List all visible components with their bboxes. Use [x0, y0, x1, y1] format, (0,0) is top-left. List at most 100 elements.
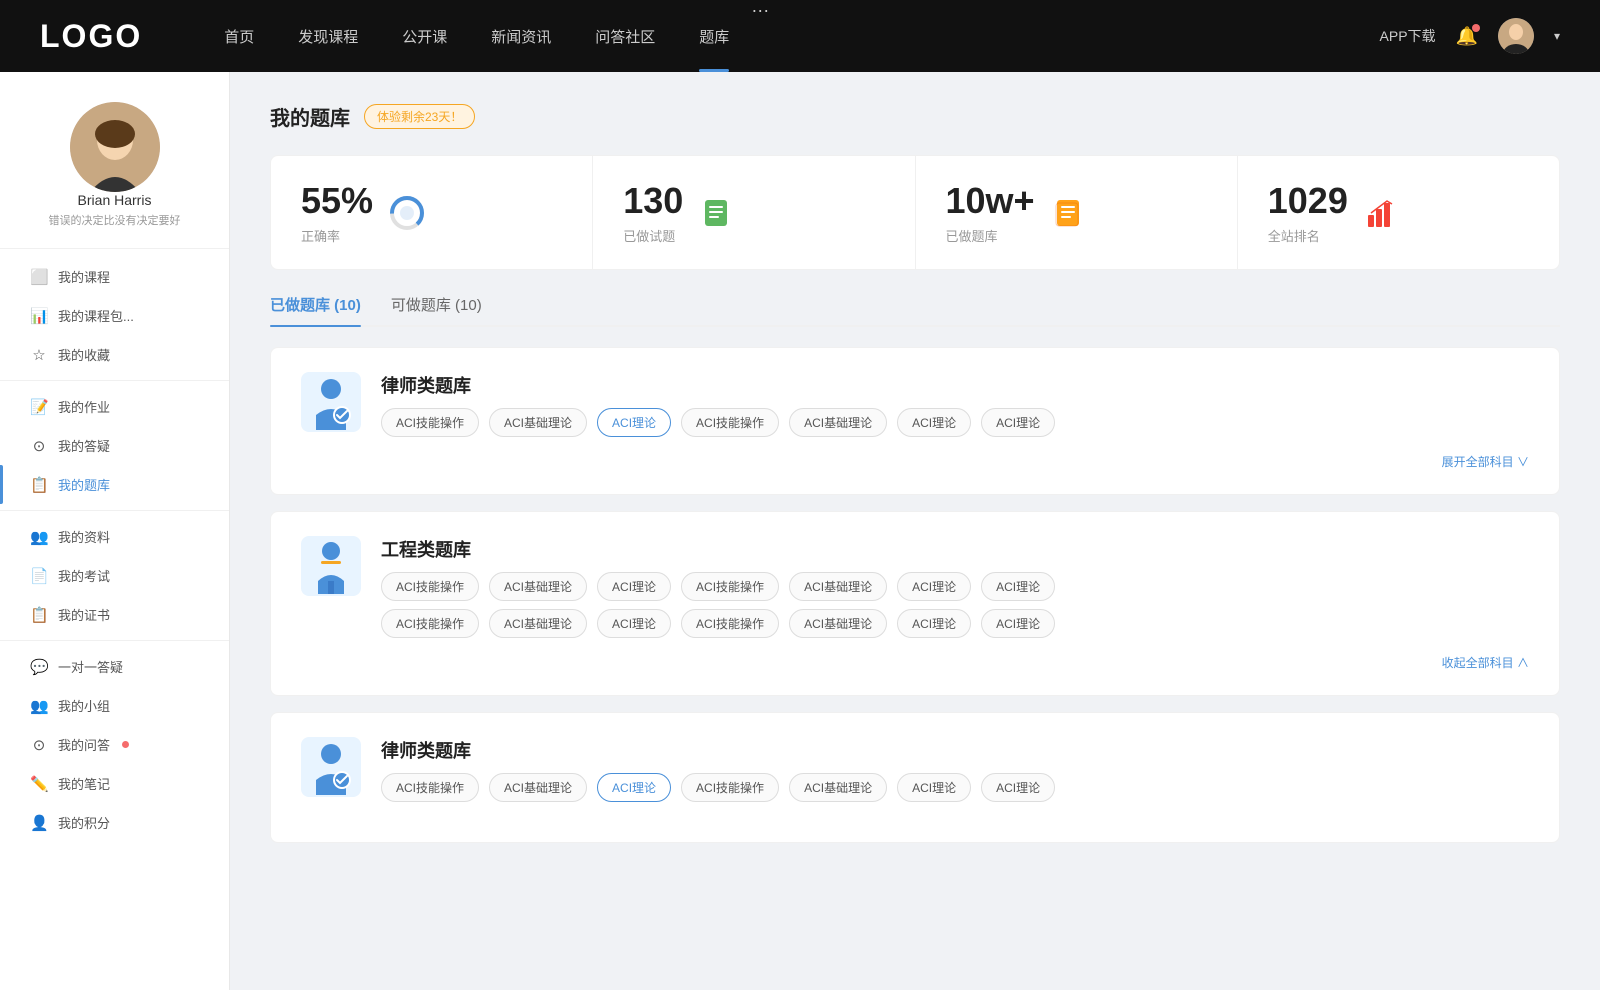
qbank-card-2-tags-row2: ACI技能操作 ACI基础理论 ACI理论 ACI技能操作 ACI基础理论 AC…	[381, 609, 1529, 638]
sidebar-item-groups[interactable]: 👥 我的小组	[0, 686, 229, 725]
notes-icon: ✏️	[30, 775, 48, 793]
sidebar-item-points[interactable]: 👤 我的积分	[0, 803, 229, 842]
qbank-tag[interactable]: ACI基础理论	[489, 773, 587, 802]
qbank-card-2-info: 工程类题库 ACI技能操作 ACI基础理论 ACI理论 ACI技能操作 ACI基…	[381, 536, 1529, 638]
qbank-card-2: 工程类题库 ACI技能操作 ACI基础理论 ACI理论 ACI技能操作 ACI基…	[270, 511, 1560, 696]
sidebar-item-label: 我的课程	[58, 267, 110, 286]
stat-ranking-value: 1029	[1268, 180, 1348, 222]
sidebar-item-label: 我的证书	[58, 605, 110, 624]
qbank-tag-active[interactable]: ACI理论	[597, 408, 671, 437]
qbank-tag[interactable]: ACI技能操作	[381, 773, 479, 802]
sidebar-item-notes[interactable]: ✏️ 我的笔记	[0, 764, 229, 803]
qbank-tag[interactable]: ACI基础理论	[489, 572, 587, 601]
qbank-expand-1[interactable]: 展开全部科目 ∨	[301, 453, 1529, 470]
sidebar-item-tutoring[interactable]: 💬 一对一答疑	[0, 647, 229, 686]
qbank-tag[interactable]: ACI基础理论	[789, 572, 887, 601]
profile-name: Brian Harris	[78, 192, 152, 208]
qbank-tag[interactable]: ACI理论	[981, 572, 1055, 601]
nav-right: APP下载 🔔 ▾	[1380, 18, 1560, 54]
qbank-tag[interactable]: ACI理论	[897, 609, 971, 638]
qbank-card-2-tags-row1: ACI技能操作 ACI基础理论 ACI理论 ACI技能操作 ACI基础理论 AC…	[381, 572, 1529, 601]
sidebar-item-label: 我的积分	[58, 813, 110, 832]
tabs: 已做题库 (10) 可做题库 (10)	[270, 294, 1560, 327]
nav-link-qa[interactable]: 问答社区	[573, 0, 677, 72]
cert-icon: 📋	[30, 606, 48, 624]
trial-badge: 体验剩余23天！	[364, 104, 475, 129]
nav-logo[interactable]: LOGO	[40, 18, 142, 55]
nav-notification-dot	[1472, 24, 1480, 32]
tab-available-banks[interactable]: 可做题库 (10)	[391, 294, 482, 325]
sidebar-item-label: 我的考试	[58, 566, 110, 585]
stat-done-questions-value: 130	[623, 180, 683, 222]
sidebar-item-favorites[interactable]: ☆ 我的收藏	[0, 335, 229, 374]
sidebar-item-homework[interactable]: 📝 我的作业	[0, 387, 229, 426]
qbank-tag[interactable]: ACI理论	[597, 572, 671, 601]
package-icon: 📊	[30, 307, 48, 325]
qbank-tag[interactable]: ACI技能操作	[381, 408, 479, 437]
avatar	[70, 102, 160, 192]
star-icon: ☆	[30, 346, 48, 364]
nav-bell-icon[interactable]: 🔔	[1456, 26, 1478, 47]
main-content: 我的题库 体验剩余23天！ 55% 正确率	[230, 72, 1600, 990]
homework-icon: 📝	[30, 398, 48, 416]
sidebar-item-certificates[interactable]: 📋 我的证书	[0, 595, 229, 634]
sidebar-item-qbank[interactable]: 📋 我的题库	[0, 465, 229, 504]
stat-ranking-icon	[1364, 195, 1400, 231]
qbank-tag[interactable]: ACI理论	[597, 609, 671, 638]
nav-avatar[interactable]	[1498, 18, 1534, 54]
qbank-tag[interactable]: ACI基础理论	[789, 408, 887, 437]
stat-ranking: 1029 全站排名	[1238, 156, 1559, 269]
nav-link-news[interactable]: 新闻资讯	[469, 0, 573, 72]
sidebar-item-my-courses[interactable]: ⬜ 我的课程	[0, 257, 229, 296]
qbank-card-3: 律师类题库 ACI技能操作 ACI基础理论 ACI理论 ACI技能操作 ACI基…	[270, 712, 1560, 843]
group-icon: 👥	[30, 697, 48, 715]
sidebar-item-label: 我的资料	[58, 527, 110, 546]
stat-done-banks: 10w+ 已做题库	[916, 156, 1238, 269]
sidebar-item-my-qa[interactable]: ⊙ 我的问答	[0, 725, 229, 764]
nav-app-download[interactable]: APP下载	[1380, 26, 1436, 46]
sidebar-item-label: 我的笔记	[58, 774, 110, 793]
nav-link-qbank[interactable]: 题库	[677, 0, 751, 72]
stat-done-banks-value: 10w+	[946, 180, 1035, 222]
sidebar-item-label: 我的问答	[58, 735, 110, 754]
sidebar-item-materials[interactable]: 👥 我的资料	[0, 517, 229, 556]
page-title: 我的题库	[270, 102, 350, 131]
sidebar: Brian Harris 错误的决定比没有决定要好 ⬜ 我的课程 📊 我的课程包…	[0, 72, 230, 990]
navbar: LOGO 首页 发现课程 公开课 新闻资讯 问答社区 题库 ··· APP下载 …	[0, 0, 1600, 72]
qbank-tag-active[interactable]: ACI理论	[597, 773, 671, 802]
qbank-tag[interactable]: ACI基础理论	[789, 609, 887, 638]
qbank-tag[interactable]: ACI技能操作	[681, 408, 779, 437]
sidebar-item-course-package[interactable]: 📊 我的课程包...	[0, 296, 229, 335]
qbank-tag[interactable]: ACI理论	[897, 572, 971, 601]
sidebar-item-exams[interactable]: 📄 我的考试	[0, 556, 229, 595]
qbank-tag[interactable]: ACI技能操作	[381, 609, 479, 638]
qbank-tag[interactable]: ACI理论	[897, 773, 971, 802]
qbank-tag[interactable]: ACI基础理论	[489, 609, 587, 638]
stat-ranking-label: 全站排名	[1268, 226, 1348, 245]
nav-link-home[interactable]: 首页	[202, 0, 276, 72]
qbank-tag[interactable]: ACI基础理论	[789, 773, 887, 802]
qbank-tag[interactable]: ACI技能操作	[681, 572, 779, 601]
tab-done-banks[interactable]: 已做题库 (10)	[270, 294, 361, 325]
qbank-tag[interactable]: ACI理论	[981, 773, 1055, 802]
stat-accuracy-value: 55%	[301, 180, 373, 222]
exam-icon: 📄	[30, 567, 48, 585]
qbank-tag[interactable]: ACI技能操作	[681, 773, 779, 802]
nav-link-open[interactable]: 公开课	[380, 0, 469, 72]
qbank-expand-2[interactable]: 收起全部科目 ∧	[301, 654, 1529, 671]
stat-ranking-block: 1029 全站排名	[1268, 180, 1348, 245]
qbank-tag[interactable]: ACI理论	[981, 609, 1055, 638]
divider-1	[0, 380, 229, 381]
qbank-tag[interactable]: ACI基础理论	[489, 408, 587, 437]
sidebar-item-questions[interactable]: ⊙ 我的答疑	[0, 426, 229, 465]
stat-done-questions: 130 已做试题	[593, 156, 915, 269]
qbank-tag[interactable]: ACI技能操作	[681, 609, 779, 638]
stat-done-banks-icon	[1051, 195, 1087, 231]
qbank-tag[interactable]: ACI技能操作	[381, 572, 479, 601]
course-icon: ⬜	[30, 268, 48, 286]
qbank-tag[interactable]: ACI理论	[981, 408, 1055, 437]
nav-more[interactable]: ···	[751, 0, 769, 72]
nav-link-courses[interactable]: 发现课程	[276, 0, 380, 72]
nav-chevron-icon[interactable]: ▾	[1554, 29, 1560, 43]
qbank-tag[interactable]: ACI理论	[897, 408, 971, 437]
